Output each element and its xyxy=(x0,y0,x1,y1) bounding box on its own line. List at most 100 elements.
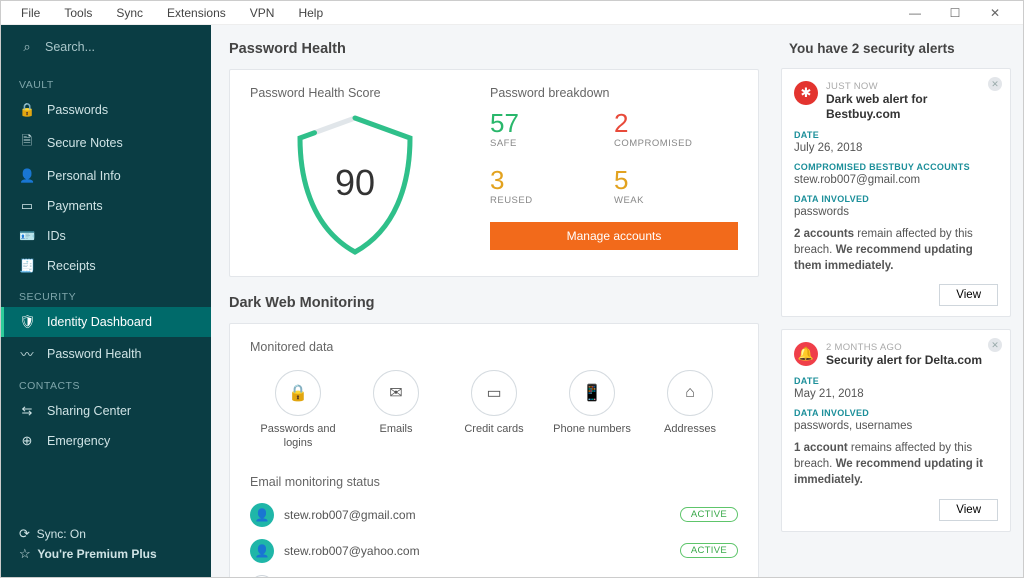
sidebar-item-secure-notes[interactable]: 🗎 Secure Notes xyxy=(1,125,211,161)
email-row: 👤 stew.rob007@gmail.com ACTIVE xyxy=(250,497,738,533)
share-icon: ⇆ xyxy=(19,403,35,419)
score-label: Password Health Score xyxy=(250,86,381,100)
monitored-label: Credit cards xyxy=(454,422,534,436)
field-value: stew.rob007@gmail.com xyxy=(794,174,998,186)
section-title-password-health: Password Health xyxy=(229,41,759,57)
sidebar-item-label: Secure Notes xyxy=(47,136,123,150)
sidebar: ⌕ Search... VAULT 🔒Passwords 🗎Secure Not… xyxy=(1,25,211,577)
payment-icon: ▭ xyxy=(19,198,35,214)
shield-score-graphic: 90 xyxy=(285,110,425,260)
field-value: May 21, 2018 xyxy=(794,388,998,400)
minimize-button[interactable]: — xyxy=(895,6,935,20)
section-title-dwm: Dark Web Monitoring xyxy=(229,295,759,311)
shield-icon: 🛡 xyxy=(19,314,35,330)
field-value: July 26, 2018 xyxy=(794,142,998,154)
sidebar-item-identity-dashboard[interactable]: 🛡Identity Dashboard xyxy=(1,307,211,337)
monitored-cards[interactable]: ▭Credit cards xyxy=(454,370,534,451)
safe-label: SAFE xyxy=(490,138,614,149)
main-content: Password Health Password Health Score 90… xyxy=(211,25,777,577)
sidebar-item-password-health[interactable]: 〰Password Health xyxy=(1,337,211,370)
bell-icon: 🔔 xyxy=(794,342,818,366)
field-label: DATA INVOLVED xyxy=(794,408,998,418)
sidebar-item-passwords[interactable]: 🔒 Passwords xyxy=(1,95,211,125)
window-controls: — ☐ ✕ xyxy=(895,6,1015,20)
sidebar-item-label: Sharing Center xyxy=(47,404,131,418)
weak-label: WEAK xyxy=(614,195,738,206)
field-value: passwords, usernames xyxy=(794,420,998,432)
alert-title: Security alert for Delta.com xyxy=(826,353,982,368)
monitored-phones[interactable]: 📱Phone numbers xyxy=(552,370,632,451)
field-label: COMPROMISED BESTBUY ACCOUNTS xyxy=(794,162,998,172)
email-row: 👤 stew.rob007@yahoo.com ACTIVE xyxy=(250,533,738,569)
avatar-icon: 👤 xyxy=(250,539,274,563)
sidebar-item-ids[interactable]: 🪪IDs xyxy=(1,221,211,251)
close-button[interactable]: ✕ xyxy=(975,6,1015,20)
menu-file[interactable]: File xyxy=(9,6,52,20)
receipt-icon: 🧾 xyxy=(19,258,35,274)
view-alert-button[interactable]: View xyxy=(939,284,998,306)
monitored-label: Emails xyxy=(356,422,436,436)
sidebar-item-label: Passwords xyxy=(47,103,108,117)
alert-card-delta: ✕ 🔔 2 MONTHS AGO Security alert for Delt… xyxy=(781,329,1011,531)
alert-summary: 1 account remains affected by this breac… xyxy=(794,440,998,488)
sidebar-heading-contacts: CONTACTS xyxy=(1,370,211,396)
sync-icon: ⟳ xyxy=(19,526,30,541)
sidebar-item-label: Payments xyxy=(47,199,103,213)
home-icon: ⌂ xyxy=(667,370,713,416)
monitored-emails[interactable]: ✉ Emails xyxy=(356,370,436,451)
monitored-label: Addresses xyxy=(650,422,730,436)
add-email-button[interactable]: + xyxy=(250,575,274,577)
sidebar-item-sharing-center[interactable]: ⇆ Sharing Center xyxy=(1,396,211,426)
alerts-panel: You have 2 security alerts ✕ ✱ JUST NOW … xyxy=(777,25,1023,577)
menubar: File Tools Sync Extensions VPN Help — ☐ … xyxy=(1,1,1023,25)
password-health-card: Password Health Score 90 Password breakd… xyxy=(229,69,759,277)
sidebar-item-receipts[interactable]: 🧾 Receipts xyxy=(1,251,211,281)
sidebar-item-label: Personal Info xyxy=(47,169,121,183)
sidebar-item-payments[interactable]: ▭ Payments xyxy=(1,191,211,221)
emergency-icon: ⊕ xyxy=(19,433,35,449)
reused-count: 3 xyxy=(490,167,614,193)
email-address: stew.rob007@gmail.com xyxy=(284,508,416,522)
breakdown-label: Password breakdown xyxy=(490,86,738,100)
search-box[interactable]: ⌕ Search... xyxy=(1,25,211,69)
manage-accounts-button[interactable]: Manage accounts xyxy=(490,222,738,250)
monitored-label: Passwords and logins xyxy=(258,422,338,451)
field-label: DATE xyxy=(794,376,998,386)
lock-icon: 🔒 xyxy=(19,102,35,118)
mail-icon: ✉ xyxy=(373,370,419,416)
maximize-button[interactable]: ☐ xyxy=(935,6,975,20)
menu-sync[interactable]: Sync xyxy=(104,6,155,20)
menu-extensions[interactable]: Extensions xyxy=(155,6,238,20)
menu-tools[interactable]: Tools xyxy=(52,6,104,20)
monitored-data-label: Monitored data xyxy=(250,340,738,354)
monitored-addresses[interactable]: ⌂ Addresses xyxy=(650,370,730,451)
compromised-count: 2 xyxy=(614,110,738,136)
sidebar-item-label: Receipts xyxy=(47,259,96,273)
menu-help[interactable]: Help xyxy=(286,6,335,20)
note-icon: 🗎 xyxy=(19,132,35,154)
sidebar-item-personal-info[interactable]: 👤 Personal Info xyxy=(1,161,211,191)
person-icon: 👤 xyxy=(19,168,35,184)
dismiss-alert-button[interactable]: ✕ xyxy=(988,338,1002,352)
sidebar-heading-security: SECURITY xyxy=(1,281,211,307)
lock-icon: 🔒 xyxy=(275,370,321,416)
premium-status: You're Premium Plus xyxy=(37,547,156,561)
monitored-passwords[interactable]: 🔒 Passwords and logins xyxy=(258,370,338,451)
alerts-heading: You have 2 security alerts xyxy=(781,41,1011,56)
spider-icon: ✱ xyxy=(794,81,818,105)
sync-status-block: ⟳ Sync: On ☆ You're Premium Plus xyxy=(1,514,211,577)
status-badge: ACTIVE xyxy=(680,507,738,522)
field-label: DATE xyxy=(794,130,998,140)
sidebar-item-label: Emergency xyxy=(47,434,110,448)
sync-status: Sync: On xyxy=(37,527,86,541)
alert-title: Dark web alert for Bestbuy.com xyxy=(826,92,998,122)
email-status-label: Email monitoring status xyxy=(250,475,738,489)
sidebar-item-emergency[interactable]: ⊕ Emergency xyxy=(1,426,211,456)
dwm-card: Monitored data 🔒 Passwords and logins ✉ Em… xyxy=(229,323,759,577)
view-alert-button[interactable]: View xyxy=(939,499,998,521)
svg-text:90: 90 xyxy=(335,162,375,203)
dismiss-alert-button[interactable]: ✕ xyxy=(988,77,1002,91)
sidebar-item-label: Password Health xyxy=(47,347,142,361)
menu-vpn[interactable]: VPN xyxy=(238,6,287,20)
sidebar-item-label: IDs xyxy=(47,229,66,243)
